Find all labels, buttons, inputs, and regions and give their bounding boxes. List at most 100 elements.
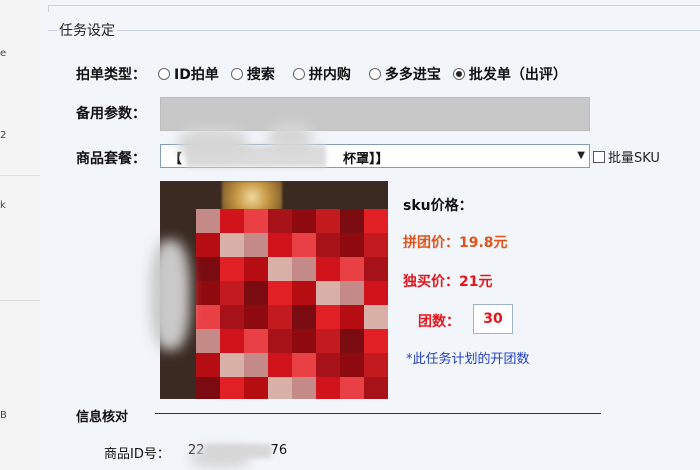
mosaic-tile [244, 305, 268, 329]
mosaic-tile [196, 257, 220, 281]
mosaic-tile [220, 377, 244, 399]
select-suffix: 杯罩】】 [343, 152, 389, 167]
sidebar-fragment: 2 [0, 130, 7, 141]
mosaic-tile [292, 209, 316, 233]
section-divider [48, 30, 700, 31]
radio-circle-icon [230, 68, 243, 80]
mosaic-tile [196, 209, 220, 233]
mosaic-tile [220, 233, 244, 257]
info-divider [155, 413, 601, 414]
mosaic-tile [340, 329, 364, 353]
group-price-value: 19.8元 [459, 235, 508, 251]
mosaic-tile [364, 209, 388, 233]
radio-label: 拼内购 [308, 67, 351, 83]
mosaic-tile [196, 233, 220, 257]
sidebar-fragment: B [0, 410, 7, 421]
radio-label: 批发单（出评） [468, 67, 567, 83]
mosaic-tile [316, 329, 340, 353]
mosaic-tile [364, 281, 388, 305]
mosaic-tile [268, 377, 292, 399]
mosaic-tile [316, 281, 340, 305]
radio-label: 多多进宝 [384, 67, 441, 83]
backup-params-input[interactable] [160, 97, 590, 131]
mosaic-tile [268, 281, 292, 305]
mosaic-tile [340, 377, 364, 399]
mosaic-tile [292, 377, 316, 399]
redaction-blob [268, 123, 312, 153]
panel-top-border [48, 5, 700, 12]
mosaic-tile [220, 305, 244, 329]
mosaic-tile [364, 257, 388, 281]
mosaic-tile [244, 233, 268, 257]
redaction-blob [190, 448, 250, 468]
mosaic-tile [220, 209, 244, 233]
mosaic-tile [244, 377, 268, 399]
mosaic-tile [340, 281, 364, 305]
product-image [160, 181, 388, 399]
sidebar-fragment: e [0, 48, 7, 59]
mosaic-tile [364, 377, 388, 399]
solo-price: 独买价：21元 [403, 271, 492, 291]
mosaic-tile [196, 329, 220, 353]
mosaic-tile [244, 257, 268, 281]
radio-search[interactable]: 搜索 [230, 64, 275, 84]
radio-internal-purchase[interactable]: 拼内购 [292, 64, 351, 84]
mosaic-tile [292, 353, 316, 377]
mosaic-tile [316, 233, 340, 257]
mosaic-tile [244, 281, 268, 305]
product-id-label: 商品ID号： [104, 447, 170, 462]
radio-selected-icon [452, 68, 465, 80]
sidebar-fragment: k [0, 200, 6, 211]
mosaic-tile [220, 329, 244, 353]
product-id-end: 76 [270, 443, 288, 458]
mosaic-tile [316, 353, 340, 377]
mosaic-tile [364, 233, 388, 257]
batch-sku-checkbox[interactable]: 批量SKU [593, 147, 660, 166]
solo-price-label: 独买价： [403, 274, 459, 290]
mosaic-tile [220, 257, 244, 281]
mosaic-tile [268, 329, 292, 353]
mosaic-tile [292, 329, 316, 353]
sku-price-title: sku价格： [403, 198, 473, 214]
group-price: 拼团价：19.8元 [403, 232, 508, 252]
mosaic-tile [364, 329, 388, 353]
backup-params-label: 备用参数： [76, 106, 146, 122]
group-count-hint: *此任务计划的开团数 [406, 352, 530, 367]
product-package-label: 商品套餐： [76, 151, 146, 167]
mosaic-tile [268, 209, 292, 233]
mosaic-tile [268, 305, 292, 329]
mosaic-tile [292, 233, 316, 257]
pixelated-mosaic [196, 209, 388, 399]
mosaic-tile [340, 353, 364, 377]
mosaic-tile [364, 305, 388, 329]
mosaic-tile [196, 353, 220, 377]
mosaic-tile [340, 257, 364, 281]
mosaic-tile [292, 281, 316, 305]
left-sidebar-strip: e 2 k B [0, 0, 41, 470]
mosaic-tile [316, 377, 340, 399]
radio-circle-icon [292, 68, 305, 80]
mosaic-tile [244, 209, 268, 233]
batch-sku-label: 批量SKU [608, 151, 660, 166]
mosaic-tile [364, 353, 388, 377]
mosaic-tile [340, 305, 364, 329]
mosaic-tile [292, 305, 316, 329]
task-type-radio-group: ID拍单 搜索 拼内购 多多进宝 批发单（出评） [158, 64, 579, 84]
group-count-label: 团数： [418, 314, 460, 330]
group-count-input[interactable]: 30 [473, 304, 513, 334]
mosaic-tile [316, 209, 340, 233]
checkbox-box-icon [593, 150, 605, 163]
mosaic-tile [340, 233, 364, 257]
mosaic-tile [244, 353, 268, 377]
mosaic-tile [196, 305, 220, 329]
solo-price-value: 21元 [459, 274, 493, 290]
mosaic-tile [316, 257, 340, 281]
mosaic-tile [268, 353, 292, 377]
info-check-title: 信息核对 [76, 410, 129, 425]
radio-id-order[interactable]: ID拍单 [158, 64, 219, 84]
mosaic-tile [340, 209, 364, 233]
radio-wholesale-order[interactable]: 批发单（出评） [452, 64, 567, 84]
redaction-blob [150, 240, 190, 350]
mosaic-tile [268, 257, 292, 281]
radio-duoduo-jinbao[interactable]: 多多进宝 [368, 64, 441, 84]
